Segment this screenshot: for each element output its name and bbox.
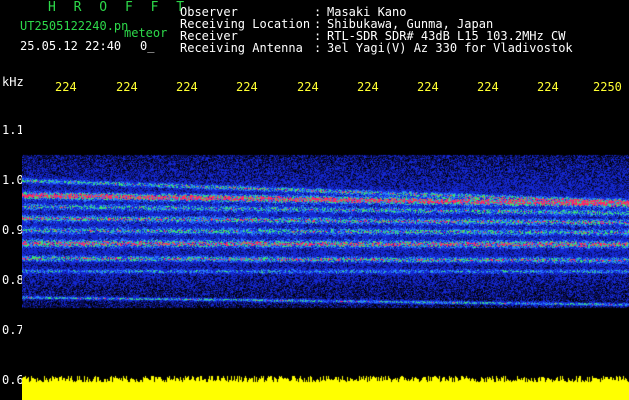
info-value-antenna: 3el Yagi(V) Az 330 for Vladivostok — [327, 41, 573, 55]
info-sep: : — [314, 41, 322, 55]
y-tick: 0.9 — [2, 223, 24, 237]
brand-title: H R O F F T — [48, 0, 190, 15]
x-tick: 224 — [417, 80, 439, 94]
x-tick: 224 — [236, 80, 258, 94]
timestamp: 25.05.12 22:40 — [20, 39, 122, 53]
x-tick: 224 — [357, 80, 379, 94]
x-tick: 2250 — [593, 80, 622, 94]
y-tick: 1.1 — [2, 123, 24, 137]
x-tick: 224 — [176, 80, 198, 94]
x-tick: 224 — [537, 80, 559, 94]
extra-code: 0_ — [140, 39, 155, 53]
x-tick: 224 — [477, 80, 499, 94]
header: H R O F F T UT2505122240.pn meteor 25.05… — [0, 0, 629, 60]
y-tick: 0.7 — [2, 323, 24, 337]
x-tick: 224 — [55, 80, 77, 94]
x-tick: 224 — [116, 80, 138, 94]
info-label-antenna: Receiving Antenna — [180, 41, 303, 55]
y-axis-unit: kHz — [2, 75, 24, 89]
x-tick: 224 — [297, 80, 319, 94]
file-tag: meteor — [124, 26, 168, 40]
file-name: UT2505122240.pn — [20, 19, 129, 33]
y-tick: 1.0 — [2, 173, 24, 187]
spectrogram-plot — [22, 96, 629, 400]
spectrogram-canvas — [22, 96, 629, 400]
y-tick: 0.8 — [2, 273, 24, 287]
y-tick: 0.6 — [2, 373, 24, 387]
